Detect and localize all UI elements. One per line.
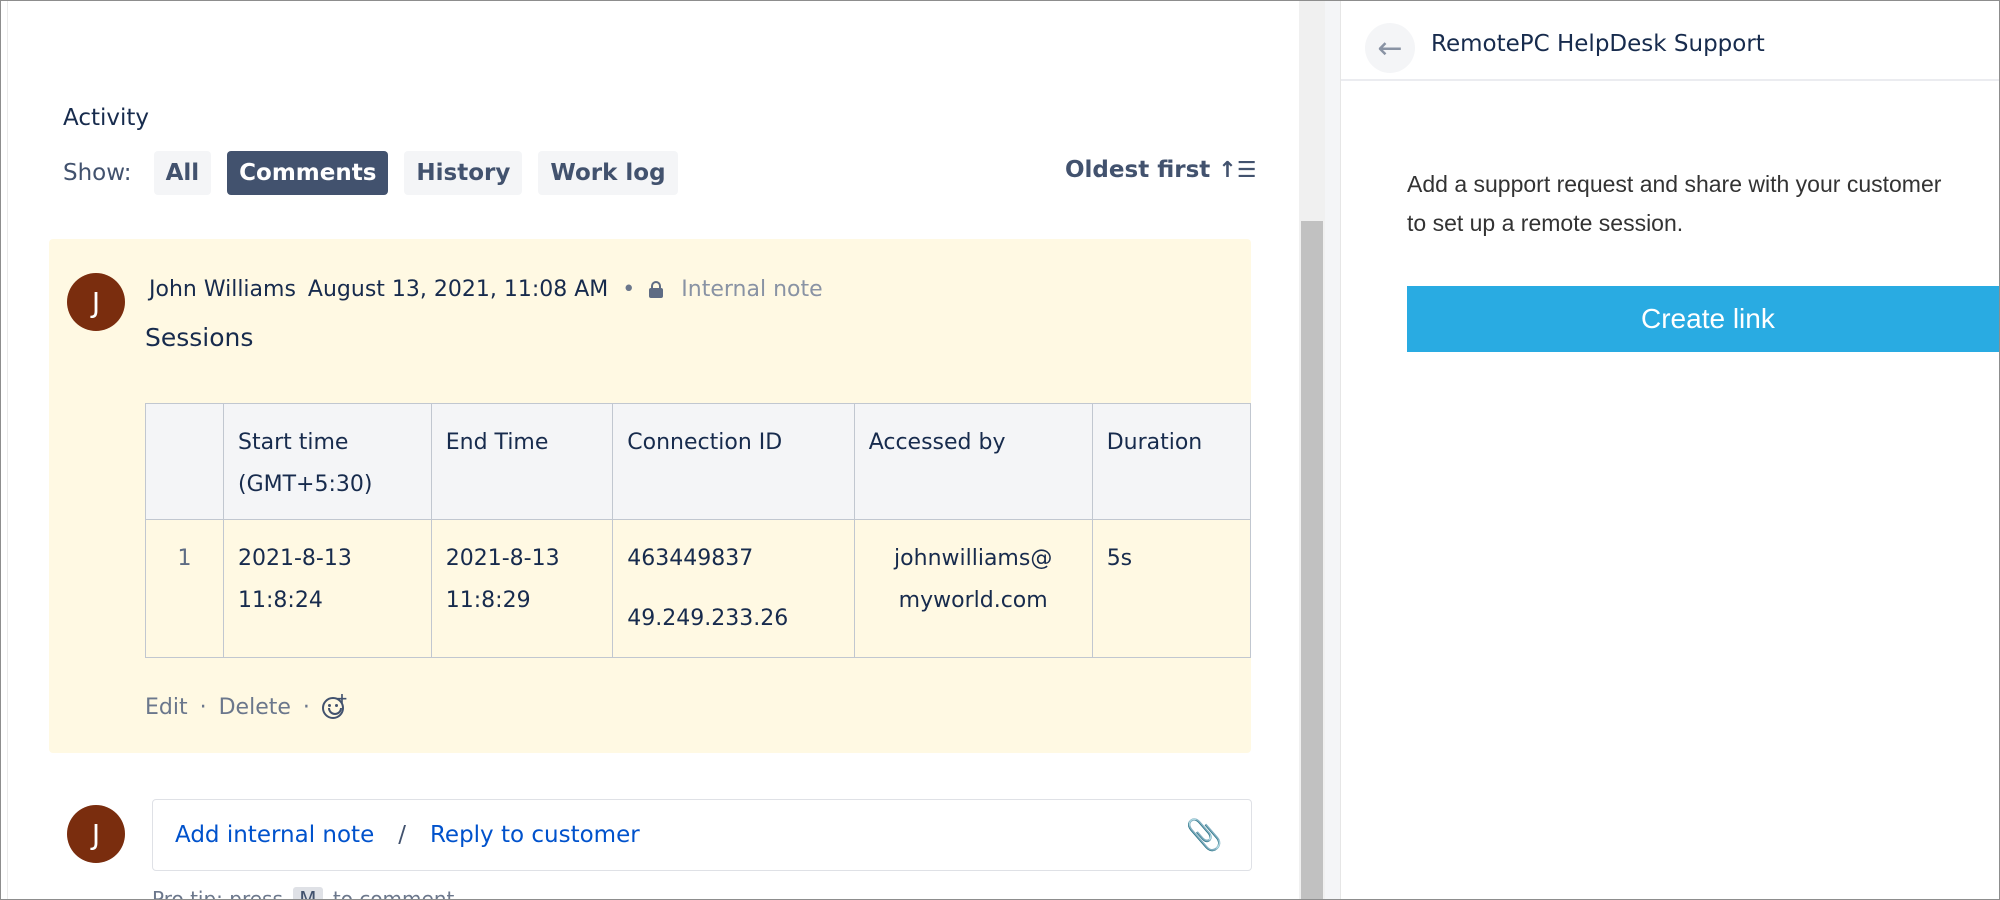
panel-header: ← RemotePC HelpDesk Support [1341,1,1999,81]
header-connection-id: Connection ID [612,403,855,520]
table-header-row: Start time (GMT+5:30) End Time Connectio… [145,403,1252,520]
lock-icon [649,280,664,299]
cell-end-date: 2021-8-13 [445,546,560,571]
cell-start-time: 2021-8-13 11:8:24 [223,519,432,658]
sessions-table: Start time (GMT+5:30) End Time Connectio… [145,403,1252,658]
comment-author[interactable]: John Williams [149,277,296,302]
add-internal-note-link[interactable]: Add internal note [175,822,374,848]
cell-duration: 5s [1091,519,1252,658]
pane-edge [7,1,8,899]
header-start-line2: (GMT+5:30) [238,472,373,497]
comment-header: John Williams August 13, 2021, 11:08 AM … [149,277,823,302]
scrollbar-thumb[interactable] [1301,221,1323,899]
comment-card: J John Williams August 13, 2021, 11:08 A… [49,239,1252,753]
avatar[interactable]: J [67,273,125,331]
edit-comment-link[interactable]: Edit [145,695,188,720]
action-separator: · [199,695,207,720]
activity-title: Activity [63,105,150,131]
pane-divider [1325,1,1341,899]
description-line-1: Add a support request and share with you… [1407,171,1942,197]
comment-editor-box[interactable]: Add internal note / Reply to customer 📎 [152,799,1252,871]
panel-title: RemotePC HelpDesk Support [1431,31,1765,57]
app-window: Activity Show: All Comments History Work… [0,0,2000,900]
cell-end-time: 2021-8-13 11:8:29 [430,519,614,658]
header-start-time: Start time (GMT+5:30) [223,403,432,520]
header-duration: Duration [1091,403,1252,520]
delete-comment-link[interactable]: Delete [219,695,291,720]
cell-connection-id: 463449837 49.249.233.26 [612,519,855,658]
panel-description: Add a support request and share with you… [1407,165,1999,243]
filter-comments-button[interactable]: Comments [227,151,389,195]
create-link-button[interactable]: Create link [1407,286,1999,352]
comment-date[interactable]: August 13, 2021, 11:08 AM [308,277,608,302]
cell-accessed-by: johnwilliams@ myworld.com [853,519,1093,658]
show-label: Show: [63,160,132,186]
header-dot-separator: • [622,277,636,302]
cell-index: 1 [145,519,224,658]
reply-slash: / [398,822,406,848]
attachment-icon[interactable]: 📎 [1186,818,1223,853]
back-button[interactable]: ← [1365,23,1415,73]
pro-tip-prefix: Pro tip: press [152,887,283,900]
remotepc-panel: ← RemotePC HelpDesk Support Add a suppor… [1341,1,1999,899]
filter-worklog-button[interactable]: Work log [538,151,678,195]
filter-all-button[interactable]: All [153,151,212,195]
sort-ascending-icon: ↑☰ [1218,157,1257,183]
sort-label: Oldest first [1065,157,1211,183]
cell-end-clock: 11:8:29 [445,588,531,613]
activity-pane: Activity Show: All Comments History Work… [1,1,1299,900]
pro-tip-key: M [293,887,323,899]
description-line-2: to set up a remote session. [1407,210,1684,236]
cell-start-clock: 11:8:24 [238,588,323,613]
sort-order-button[interactable]: Oldest first ↑☰ [1065,157,1256,183]
activity-filter-bar: Show: All Comments History Work log [63,151,694,195]
cell-connection-number: 463449837 [627,546,754,571]
cell-start-date: 2021-8-13 [238,546,352,571]
action-separator: · [302,695,310,720]
sessions-heading: Sessions [145,323,254,352]
header-index [145,403,224,520]
cell-connection-ip: 49.249.233.26 [627,606,789,631]
cell-email-part2: myworld.com [898,588,1048,613]
filter-history-button[interactable]: History [404,151,523,195]
pro-tip-suffix: to comment [332,887,455,900]
internal-note-label: Internal note [681,277,823,302]
avatar[interactable]: J [67,805,125,863]
reply-to-customer-link[interactable]: Reply to customer [430,822,640,848]
comment-actions: Edit · Delete · + [145,691,348,721]
cell-email-part1: johnwilliams@ [894,546,1053,571]
table-row: 1 2021-8-13 11:8:24 2021-8-13 11:8:29 46… [145,519,1252,658]
header-end-time: End Time [430,403,614,520]
arrow-left-icon: ← [1377,30,1403,66]
header-start-line1: Start time [238,430,349,455]
add-reaction-icon[interactable]: + [321,691,348,719]
header-accessed-by: Accessed by [853,403,1093,520]
pro-tip: Pro tip: press M to comment [152,887,455,900]
